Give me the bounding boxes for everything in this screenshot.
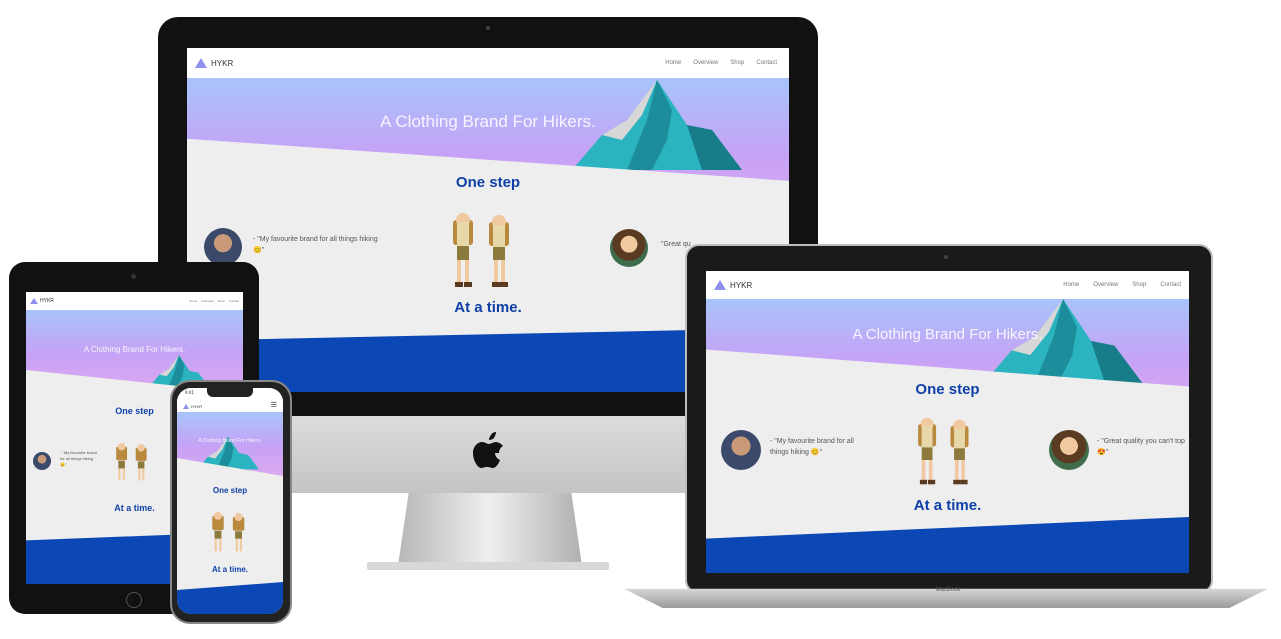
apple-logo-icon [473, 432, 503, 468]
imac-stand-foot [367, 562, 609, 570]
nav-shop[interactable]: Shop [1132, 282, 1146, 288]
heading-at-a-time: At a time. [913, 497, 982, 514]
macbook-label: MacBook [935, 587, 961, 593]
hero-title: A Clothing Brand For Hikers. [380, 112, 596, 131]
macbook-camera [944, 255, 948, 259]
hamburger-menu-icon[interactable]: ☰ [271, 401, 277, 409]
heading-one-step: One step [212, 486, 248, 495]
logo-icon[interactable] [714, 280, 726, 290]
nav-overview[interactable]: Overview [693, 60, 718, 66]
ipad-navbar: HYKR Home Overview Shop Contact [26, 292, 243, 310]
nav-contact[interactable]: Contact [229, 299, 239, 303]
brand-name[interactable]: HYKR [211, 59, 233, 68]
heading-one-step: One step [455, 174, 521, 191]
hikers-illustration [116, 442, 147, 481]
nav-shop[interactable]: Shop [730, 60, 744, 66]
footer-blue [706, 517, 1189, 573]
avatar-man [204, 228, 242, 266]
hikers-illustration [918, 417, 969, 485]
avatar-man [721, 430, 761, 470]
ipad-home-button[interactable] [126, 592, 142, 608]
imac-camera [486, 26, 490, 30]
status-time: 9:41 [185, 390, 194, 395]
quote-two-partial: "Great qu [661, 241, 691, 248]
nav-home[interactable]: Home [189, 299, 197, 303]
avatar-man [33, 452, 51, 470]
hikers-illustration [453, 213, 509, 287]
nav-home[interactable]: Home [1063, 282, 1079, 288]
brand-name[interactable]: HYKR [730, 281, 752, 290]
quote-one: - "My favourite brand for all things hik… [770, 438, 854, 456]
nav-home[interactable]: Home [665, 60, 681, 66]
brand-name[interactable]: HYKR [40, 298, 54, 304]
nav-overview[interactable]: Overview [201, 299, 214, 303]
heading-at-a-time: At a time. [211, 565, 248, 574]
quote-one: - "My favourite brand for all things hik… [253, 236, 378, 254]
footer-blue [177, 582, 283, 614]
quote-one: - "My favourite brand for all things hik… [60, 450, 97, 467]
macbook-screen: HYKR Home Overview Shop Contact A Clothi… [706, 271, 1189, 573]
hero-title: A Clothing Brand For Hikers. [852, 326, 1043, 343]
nav-contact[interactable]: Contact [756, 60, 777, 66]
heading-one-step: One step [915, 381, 980, 398]
logo-icon[interactable] [195, 58, 207, 68]
iphone-screen: 9:41 HYKR ☰ A Clothing Brand For Hikers.… [177, 388, 283, 614]
nav-overview[interactable]: Overview [1093, 282, 1118, 288]
imac-navbar: HYKR Home Overview Shop Contact [187, 48, 789, 78]
nav-menu: Home Overview Shop Contact [665, 60, 777, 66]
hero-title: A Clothing Brand For Hikers. [83, 345, 186, 354]
quote-two: - "Great quality you can't top 😍" [1097, 438, 1185, 456]
ipad-camera [131, 274, 136, 279]
nav-menu: Home Overview Shop Contact [189, 299, 239, 303]
nav-menu: Home Overview Shop Contact [1063, 282, 1181, 288]
nav-contact[interactable]: Contact [1160, 282, 1181, 288]
hikers-illustration [212, 511, 245, 552]
iphone-notch [207, 388, 253, 397]
macbook-navbar: HYKR Home Overview Shop Contact [706, 271, 1189, 299]
avatar-woman [610, 229, 648, 267]
nav-shop[interactable]: Shop [218, 299, 225, 303]
brand-name[interactable]: HYKR [191, 404, 202, 409]
imac-stand [398, 490, 582, 566]
hero-title: A Clothing Brand For Hikers. [198, 438, 262, 444]
avatar-woman [1049, 430, 1089, 470]
logo-icon[interactable] [30, 298, 38, 304]
logo-icon[interactable] [183, 404, 189, 409]
